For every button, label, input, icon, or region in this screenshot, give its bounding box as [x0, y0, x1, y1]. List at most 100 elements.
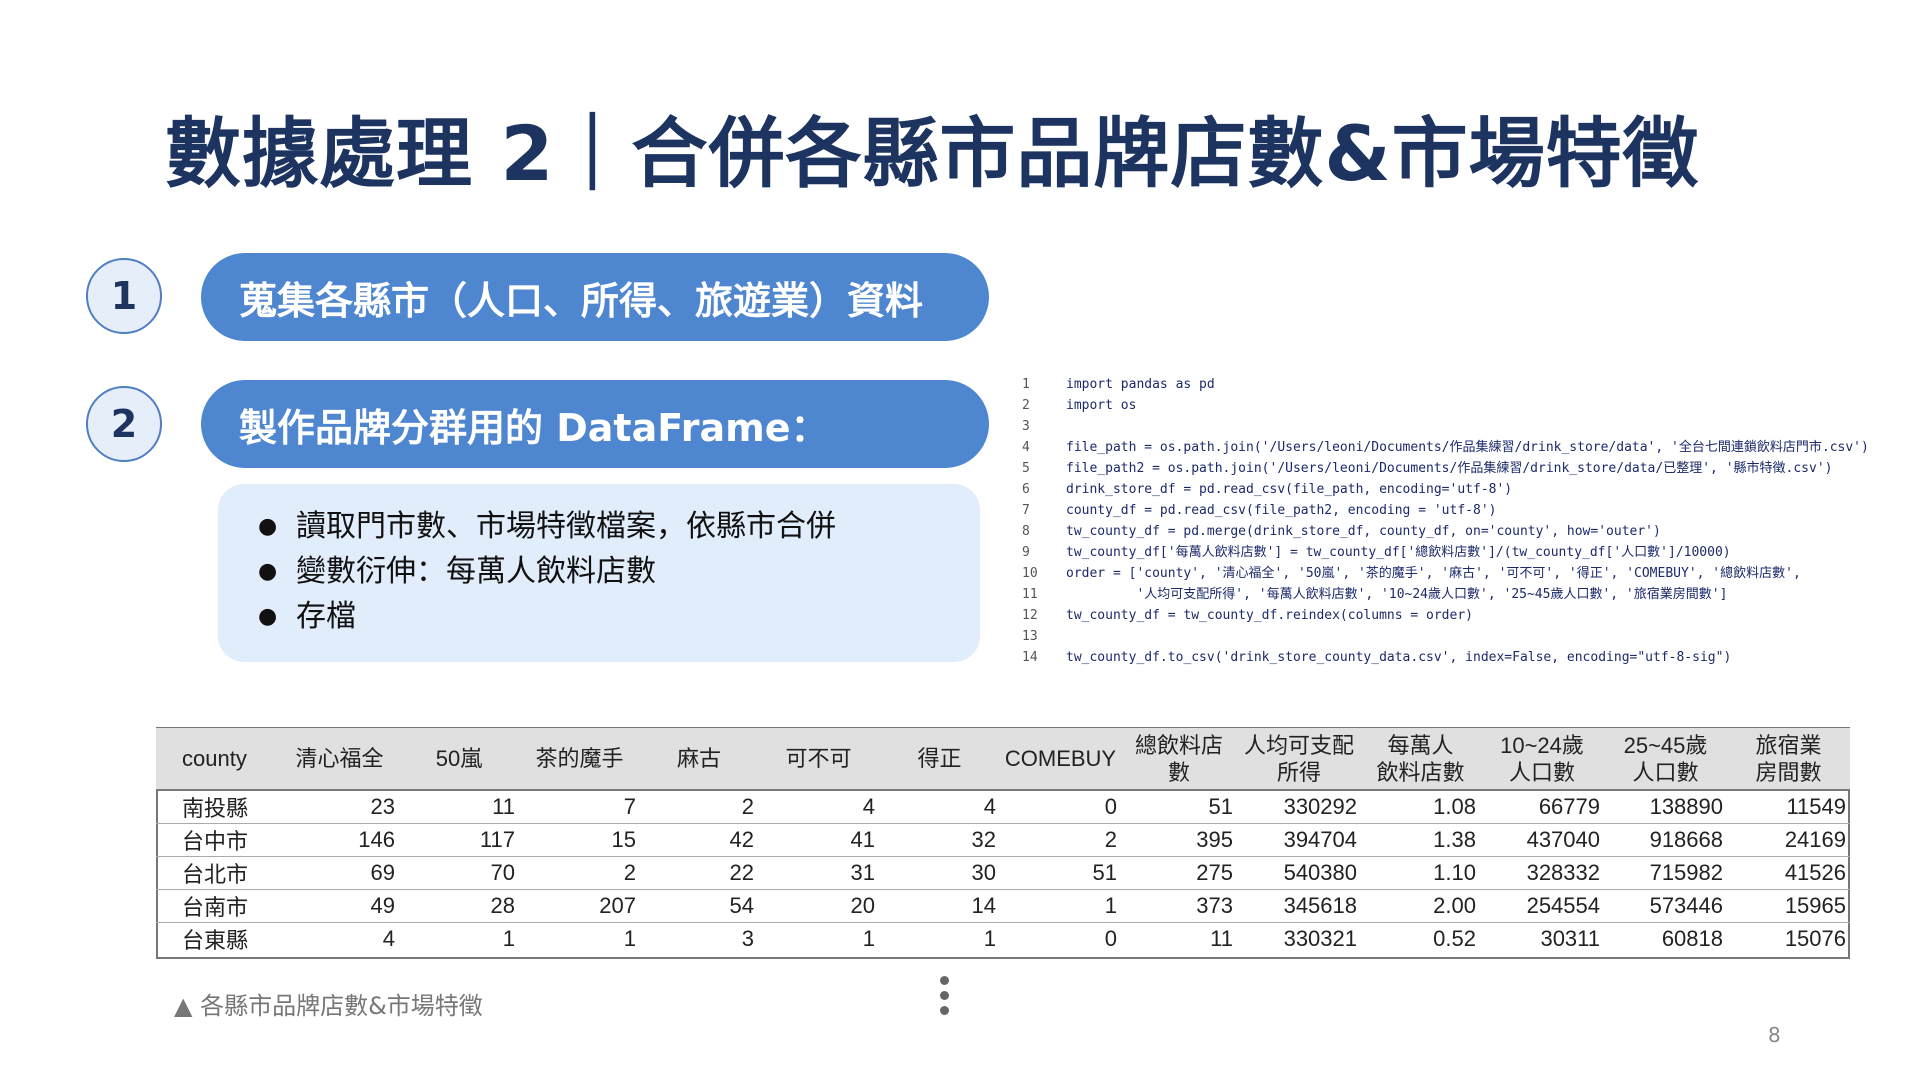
table-cell: 2 — [640, 790, 758, 824]
table-cell: 437040 — [1480, 823, 1604, 857]
code-line-number: 9 — [1022, 545, 1030, 560]
step-number-1: 1 — [86, 258, 162, 334]
table-cell: 60818 — [1661, 926, 1723, 952]
table-row: 台南市 49 28 207 54 20 14 1 373 345618 2.00 254554 5734… — [156, 889, 1850, 923]
code-line: 14 tw_county_df.to_csv('drink_store_count… — [1022, 647, 1920, 668]
code-line: 9 tw_county_df['每萬人飲料店數'] = tw_county_df[… — [1022, 542, 1920, 563]
code-line: 4 file_path = os.path.join('/Users/leoni/… — [1022, 437, 1920, 458]
code-block: 1 import pandas as pd 2 import os 3 4 file_pat… — [1022, 374, 1920, 668]
table-cell: 28 — [399, 889, 519, 923]
table-cell: 66779 — [1480, 790, 1604, 824]
slide-title: 數據處理 2｜合併各縣市品牌店數&市場特徵 — [165, 109, 1700, 198]
code-line-number: 4 — [1022, 440, 1030, 455]
table-cell: 30 — [879, 856, 1000, 890]
table-cell: 台南市 — [156, 889, 280, 923]
table-header-cell: 茶的魔手 — [519, 728, 640, 791]
table-header-cell: 麻古 — [640, 728, 758, 791]
table-cell: 117 — [399, 823, 519, 857]
page-number: 8 — [1768, 1023, 1781, 1047]
table-header-cell: 旅宿業 房間數 — [1727, 728, 1850, 791]
table-caption: ▲ 各縣市品牌店數&市場特徵 — [174, 992, 483, 1020]
code-line-number: 13 — [1022, 629, 1038, 644]
code-line-text: import pandas as pd — [1066, 377, 1215, 392]
table-body: 南投縣 23 11 7 2 4 4 0 51 330292 1.08 66779 138890 11549… — [156, 790, 1850, 956]
table-cell: 11 — [399, 790, 519, 824]
table-row: 台中市 146 117 15 42 41 32 2 395 394704 1.38 437040 918… — [156, 823, 1850, 857]
code-line-text: tw_county_df = pd.merge(drink_store_df, … — [1066, 524, 1661, 539]
table-header-cell: COMEBUY — [1000, 728, 1121, 791]
table-cell: 2.00 — [1361, 889, 1480, 923]
table-cell: 0 — [1104, 926, 1117, 952]
table-cell: 69 — [280, 856, 399, 890]
code-line-number: 5 — [1022, 461, 1030, 476]
bullet-item: ● 讀取門市數、市場特徵檔案，依縣市合併 — [258, 509, 836, 544]
table-cell: 275 — [1121, 856, 1237, 890]
table-cell: 1.10 — [1361, 856, 1480, 890]
code-line-number: 12 — [1022, 608, 1038, 623]
code-line-number: 10 — [1022, 566, 1038, 581]
table-cell: 2 — [519, 856, 640, 890]
table-cell: 15965 — [1727, 889, 1850, 923]
table-cell: 0.52 — [1433, 926, 1476, 952]
table-cell: 4 — [879, 790, 1000, 824]
code-line-text: tw_county_df['每萬人飲料店數'] = tw_county_df['… — [1066, 545, 1731, 560]
bullet-list: ● 讀取門市數、市場特徵檔案，依縣市合併 ● 變數衍伸：每萬人飲料店數 ● 存檔 — [258, 504, 980, 639]
table-cell: 373 — [1121, 889, 1237, 923]
table-cell: 540380 — [1237, 856, 1361, 890]
code-line: 8 tw_county_df = pd.merge(drink_store_df,… — [1022, 521, 1920, 542]
table-cell: 395 — [1121, 823, 1237, 857]
table-cell: 24169 — [1727, 823, 1850, 857]
code-line-text: tw_county_df.to_csv('drink_store_county_… — [1066, 650, 1732, 665]
table-cell: 11549 — [1727, 790, 1850, 824]
table-header-cell: 25~45歲 人口數 — [1604, 728, 1727, 791]
table-cell: 14 — [879, 889, 1000, 923]
bullet-item: ● 存檔 — [258, 599, 356, 634]
code-line-number: 14 — [1022, 650, 1038, 665]
step-1-pill: 蒐集各縣市（人口、所得、旅遊業）資料 — [201, 253, 989, 341]
table-cell: 70 — [399, 856, 519, 890]
code-line: 5 file_path2 = os.path.join('/Users/leoni… — [1022, 458, 1920, 479]
table-header-cell: 10~24歲 人口數 — [1480, 728, 1604, 791]
table-cell: 30311 — [1540, 926, 1600, 952]
code-line-text: drink_store_df = pd.read_csv(file_path, … — [1066, 482, 1513, 497]
step-2-pill: 製作品牌分群用的 DataFrame： — [201, 380, 989, 468]
code-line-text: order = ['county', '清心福全', '50嵐', '茶的魔手'… — [1066, 566, 1801, 581]
code-line: 2 import os — [1022, 395, 1920, 416]
step-number-2: 2 — [86, 386, 162, 462]
bullet-item: ● 變數衍伸：每萬人飲料店數 — [258, 554, 656, 589]
table-cell: 22 — [640, 856, 758, 890]
more-options-icon[interactable] — [940, 976, 952, 1021]
code-line: 7 county_df = pd.read_csv(file_path2, enc… — [1022, 500, 1920, 521]
table-header-row: county 清心福全 50嵐 茶的魔手 麻古 可不可 得正 COMEBUY 總飲料店數 人均可支… — [156, 728, 1850, 791]
table-cell: 328332 — [1480, 856, 1604, 890]
table-cell: 715982 — [1604, 856, 1727, 890]
table-cell: 1 — [623, 926, 636, 952]
table-cell: 254554 — [1480, 889, 1604, 923]
table-cell: 1 — [1000, 889, 1121, 923]
code-line-number: 3 — [1022, 419, 1030, 434]
table-row: 台北市 69 70 2 22 31 30 51 275 540380 1.10 328332 71598… — [156, 856, 1850, 890]
table-cell: 51 — [1121, 790, 1237, 824]
table-cell: 146 — [280, 823, 399, 857]
table-cell: 0 — [1000, 790, 1121, 824]
code-line: 6 drink_store_df = pd.read_csv(file_path,… — [1022, 479, 1920, 500]
table-cell: 1 — [862, 926, 875, 952]
table-cell: 南投縣 — [156, 790, 280, 824]
code-line-number: 6 — [1022, 482, 1030, 497]
table-header-cell: county — [156, 728, 280, 791]
table-row: 台東縣 4 1 1 3 1 1 0 11 330321 0.52 30311 60818 15076 — [156, 923, 1850, 956]
table-header-cell: 50嵐 — [399, 728, 519, 791]
table-cell: 15 — [519, 823, 640, 857]
table-header-cell: 可不可 — [758, 728, 879, 791]
table-cell: 51 — [1000, 856, 1121, 890]
table-header-cell: 每萬人 飲料店數 — [1361, 728, 1480, 791]
code-line-number: 7 — [1022, 503, 1030, 518]
code-line: 13 — [1022, 626, 1920, 647]
table-cell: 918668 — [1604, 823, 1727, 857]
code-line: 3 — [1022, 416, 1920, 437]
table-cell: 207 — [519, 889, 640, 923]
code-line-number: 1 — [1022, 377, 1030, 392]
table-cell: 573446 — [1604, 889, 1727, 923]
bullet-list-box: ● 讀取門市數、市場特徵檔案，依縣市合併 ● 變數衍伸：每萬人飲料店數 ● 存檔 — [218, 484, 980, 662]
table-cell: 49 — [280, 889, 399, 923]
